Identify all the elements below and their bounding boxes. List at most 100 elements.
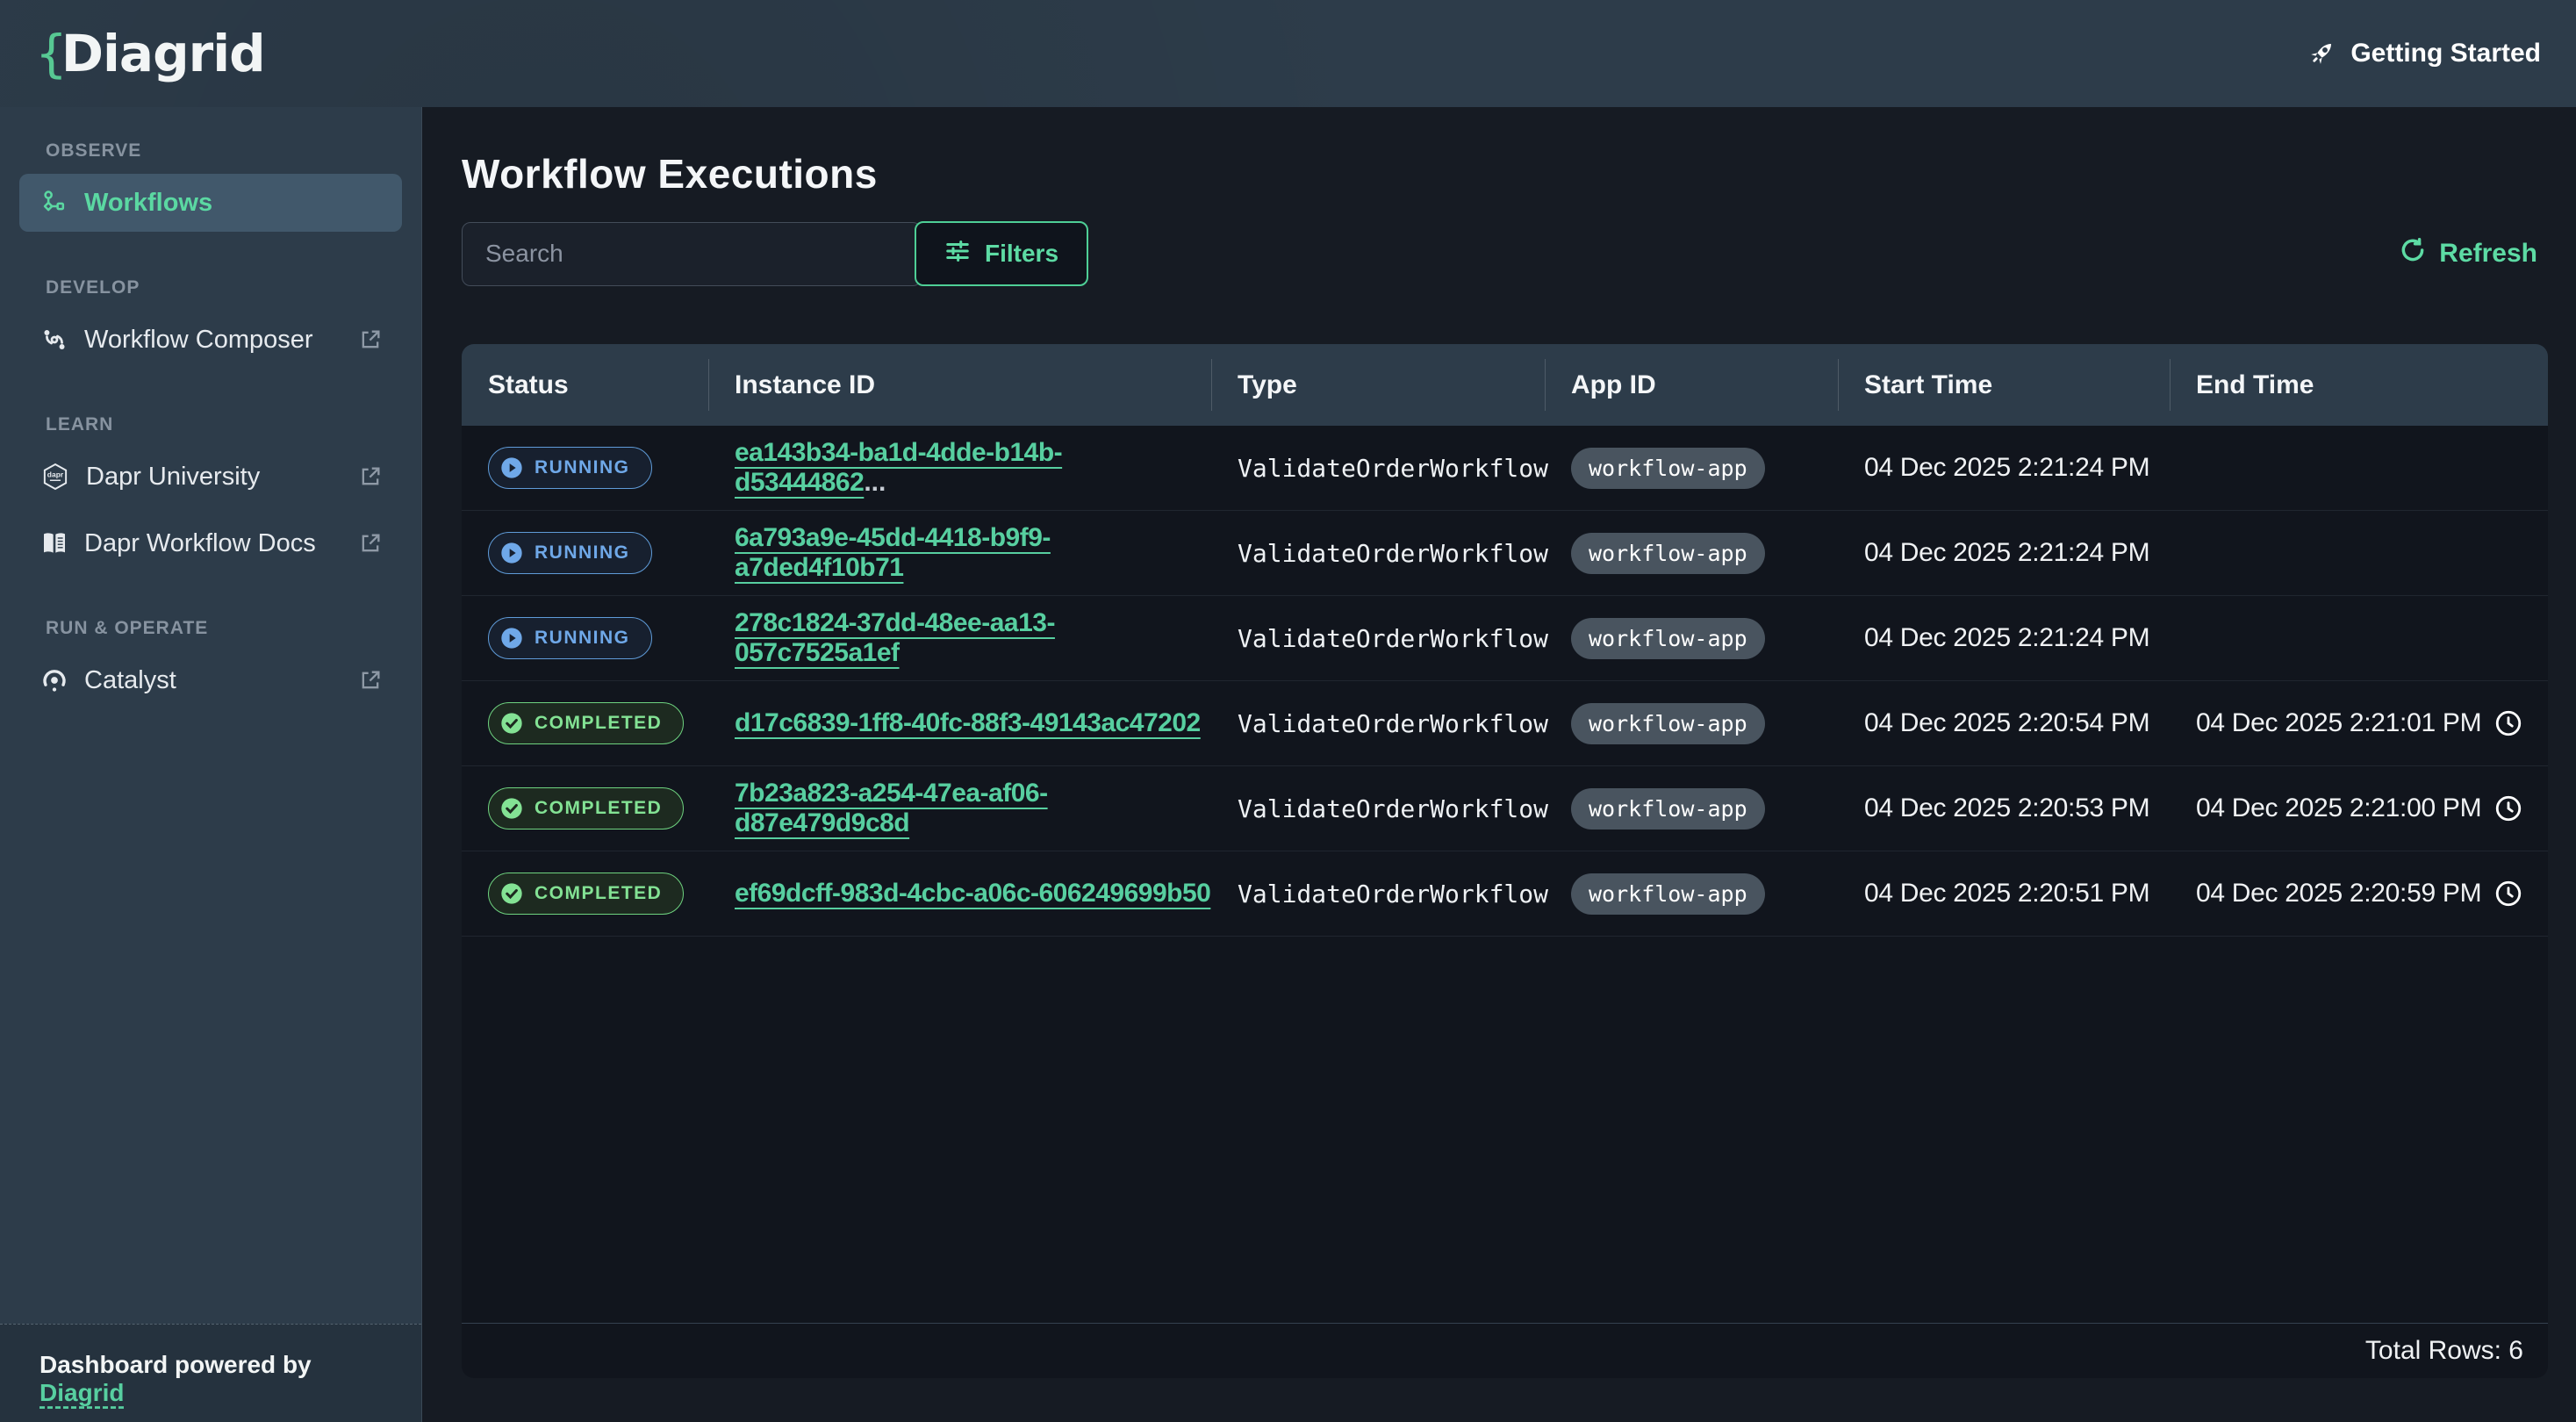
filters-button[interactable]: Filters (915, 221, 1088, 286)
status-badge-running: RUNNING (488, 532, 652, 574)
instance-id-link[interactable]: ea143b34-ba1d-4dde-b14b-d53444862 (735, 438, 1062, 497)
filters-icon (944, 238, 971, 270)
type-cell: ValidateOrderWorkflow (1211, 794, 1545, 823)
external-link-icon (358, 668, 383, 693)
instance-id-cell: d17c6839-1ff8-40fc-88f3-49143ac47202 (708, 708, 1211, 738)
status-badge-completed: COMPLETED (488, 702, 684, 744)
app-id-cell: workflow-app (1545, 533, 1838, 574)
instance-id-link[interactable]: 7b23a823-a254-47ea-af06-d87e479d9c8d (735, 779, 1048, 837)
main-content: Workflow Executions Filters (422, 107, 2576, 1422)
section-label-run-operate: RUN & OPERATE (19, 618, 402, 639)
workflow-icon (40, 189, 68, 217)
table-row: COMPLETED ef69dcff-983d-4cbc-a06c-606249… (462, 851, 2548, 937)
status-cell: RUNNING (462, 617, 708, 659)
type-cell: ValidateOrderWorkflow (1211, 709, 1545, 738)
getting-started-label: Getting Started (2350, 39, 2541, 68)
getting-started-button[interactable]: Getting Started (2307, 39, 2541, 68)
sidebar-item-workflows[interactable]: Workflows (19, 174, 402, 232)
sidebar-section-run-operate: RUN & OPERATE Catalyst (19, 618, 402, 718)
column-header-type: Type (1211, 344, 1545, 426)
app-id-cell: workflow-app (1545, 788, 1838, 830)
check-circle-icon (499, 796, 524, 821)
total-rows-label: Total Rows: 6 (2365, 1336, 2523, 1366)
diagrid-logo[interactable]: { Diagrid (35, 24, 265, 83)
diagrid-footer-link[interactable]: Diagrid (39, 1379, 124, 1406)
page-title: Workflow Executions (462, 149, 2548, 198)
play-circle-icon (499, 456, 524, 480)
status-cell: COMPLETED (462, 702, 708, 744)
start-time-cell: 04 Dec 2025 2:20:51 PM (1838, 879, 2170, 908)
check-circle-icon (499, 881, 524, 906)
app-id-cell: workflow-app (1545, 873, 1838, 915)
app-id-badge: workflow-app (1571, 703, 1765, 744)
sidebar-item-label: Workflows (84, 189, 212, 218)
table-row: COMPLETED 7b23a823-a254-47ea-af06-d87e47… (462, 766, 2548, 851)
table-footer: Total Rows: 6 (462, 1323, 2548, 1378)
column-header-instance-id: Instance ID (708, 344, 1211, 426)
instance-id-cell: ea143b34-ba1d-4dde-b14b-d53444862... (708, 438, 1211, 498)
start-time-cell: 04 Dec 2025 2:21:24 PM (1838, 538, 2170, 568)
app-id-cell: workflow-app (1545, 448, 1838, 489)
sidebar-section-observe: OBSERVE Workflows (19, 140, 402, 241)
table-row: RUNNING ea143b34-ba1d-4dde-b14b-d5344486… (462, 426, 2548, 511)
instance-id-link[interactable]: 278c1824-37dd-48ee-aa13-057c7525a1ef (735, 608, 1055, 667)
start-time-cell: 04 Dec 2025 2:20:54 PM (1838, 708, 2170, 738)
logo-text: Diagrid (61, 24, 265, 83)
status-badge-running: RUNNING (488, 447, 652, 489)
instance-id-link[interactable]: 6a793a9e-45dd-4418-b9f9-a7ded4f10b71 (735, 523, 1051, 582)
section-label-observe: OBSERVE (19, 140, 402, 162)
svg-text:dapr: dapr (47, 470, 64, 479)
table-row: RUNNING 278c1824-37dd-48ee-aa13-057c7525… (462, 596, 2548, 681)
app-id-badge: workflow-app (1571, 788, 1765, 830)
refresh-button[interactable]: Refresh (2399, 236, 2537, 271)
composer-icon (40, 326, 68, 354)
refresh-label: Refresh (2439, 239, 2537, 269)
sidebar-item-dapr-workflow-docs[interactable]: Dapr Workflow Docs (19, 514, 402, 572)
instance-id-link[interactable]: ef69dcff-983d-4cbc-a06c-606249699b50 (735, 879, 1210, 908)
sidebar-item-workflow-composer[interactable]: Workflow Composer (19, 311, 402, 369)
type-cell: ValidateOrderWorkflow (1211, 880, 1545, 908)
check-circle-icon (499, 711, 524, 736)
end-time-cell: 04 Dec 2025 2:21:00 PM (2170, 794, 2548, 823)
status-cell: COMPLETED (462, 873, 708, 915)
external-link-icon (358, 531, 383, 556)
start-time-cell: 04 Dec 2025 2:21:24 PM (1838, 623, 2170, 653)
refresh-icon (2399, 236, 2427, 271)
sidebar-item-label: Dapr Workflow Docs (84, 529, 316, 558)
end-time-cell: 04 Dec 2025 2:21:01 PM (2170, 708, 2548, 738)
section-label-develop: DEVELOP (19, 277, 402, 298)
type-cell: ValidateOrderWorkflow (1211, 539, 1545, 568)
type-cell: ValidateOrderWorkflow (1211, 454, 1545, 483)
sidebar-section-develop: DEVELOP Workflow Composer (19, 277, 402, 377)
instance-id-cell: 7b23a823-a254-47ea-af06-d87e479d9c8d (708, 779, 1211, 838)
sidebar-item-catalyst[interactable]: Catalyst (19, 651, 402, 709)
start-time-cell: 04 Dec 2025 2:20:53 PM (1838, 794, 2170, 823)
catalyst-icon (40, 666, 68, 694)
type-cell: ValidateOrderWorkflow (1211, 624, 1545, 653)
instance-id-link[interactable]: d17c6839-1ff8-40fc-88f3-49143ac47202 (735, 708, 1201, 737)
instance-id-cell: 278c1824-37dd-48ee-aa13-057c7525a1ef (708, 608, 1211, 668)
workflow-executions-table: Status Instance ID Type App ID Start Tim… (462, 344, 2548, 1378)
sidebar-footer: Dashboard powered by Diagrid (0, 1324, 421, 1422)
instance-id-cell: ef69dcff-983d-4cbc-a06c-606249699b50 (708, 879, 1211, 908)
search-input[interactable] (462, 222, 922, 286)
filters-label: Filters (985, 240, 1058, 268)
column-header-status: Status (462, 344, 708, 426)
dapr-university-icon: dapr (40, 462, 70, 492)
column-header-end-time: End Time (2170, 344, 2548, 426)
end-time-cell: 04 Dec 2025 2:20:59 PM (2170, 879, 2548, 908)
sidebar-item-dapr-university[interactable]: dapr Dapr University (19, 448, 402, 506)
table-controls: Filters Refresh (462, 221, 2548, 286)
status-cell: RUNNING (462, 532, 708, 574)
app-id-badge: workflow-app (1571, 448, 1765, 489)
sidebar-item-label: Workflow Composer (84, 326, 313, 355)
sidebar: OBSERVE Workflows DEVELOP (0, 107, 422, 1422)
app-id-cell: workflow-app (1545, 703, 1838, 744)
section-label-learn: LEARN (19, 414, 402, 435)
book-icon (40, 529, 68, 557)
topbar: { Diagrid Getting Started (0, 0, 2576, 107)
app-id-badge: workflow-app (1571, 618, 1765, 659)
sidebar-item-label: Catalyst (84, 666, 176, 695)
powered-by-text: Dashboard powered by (39, 1351, 312, 1378)
column-header-start-time: Start Time (1838, 344, 2170, 426)
